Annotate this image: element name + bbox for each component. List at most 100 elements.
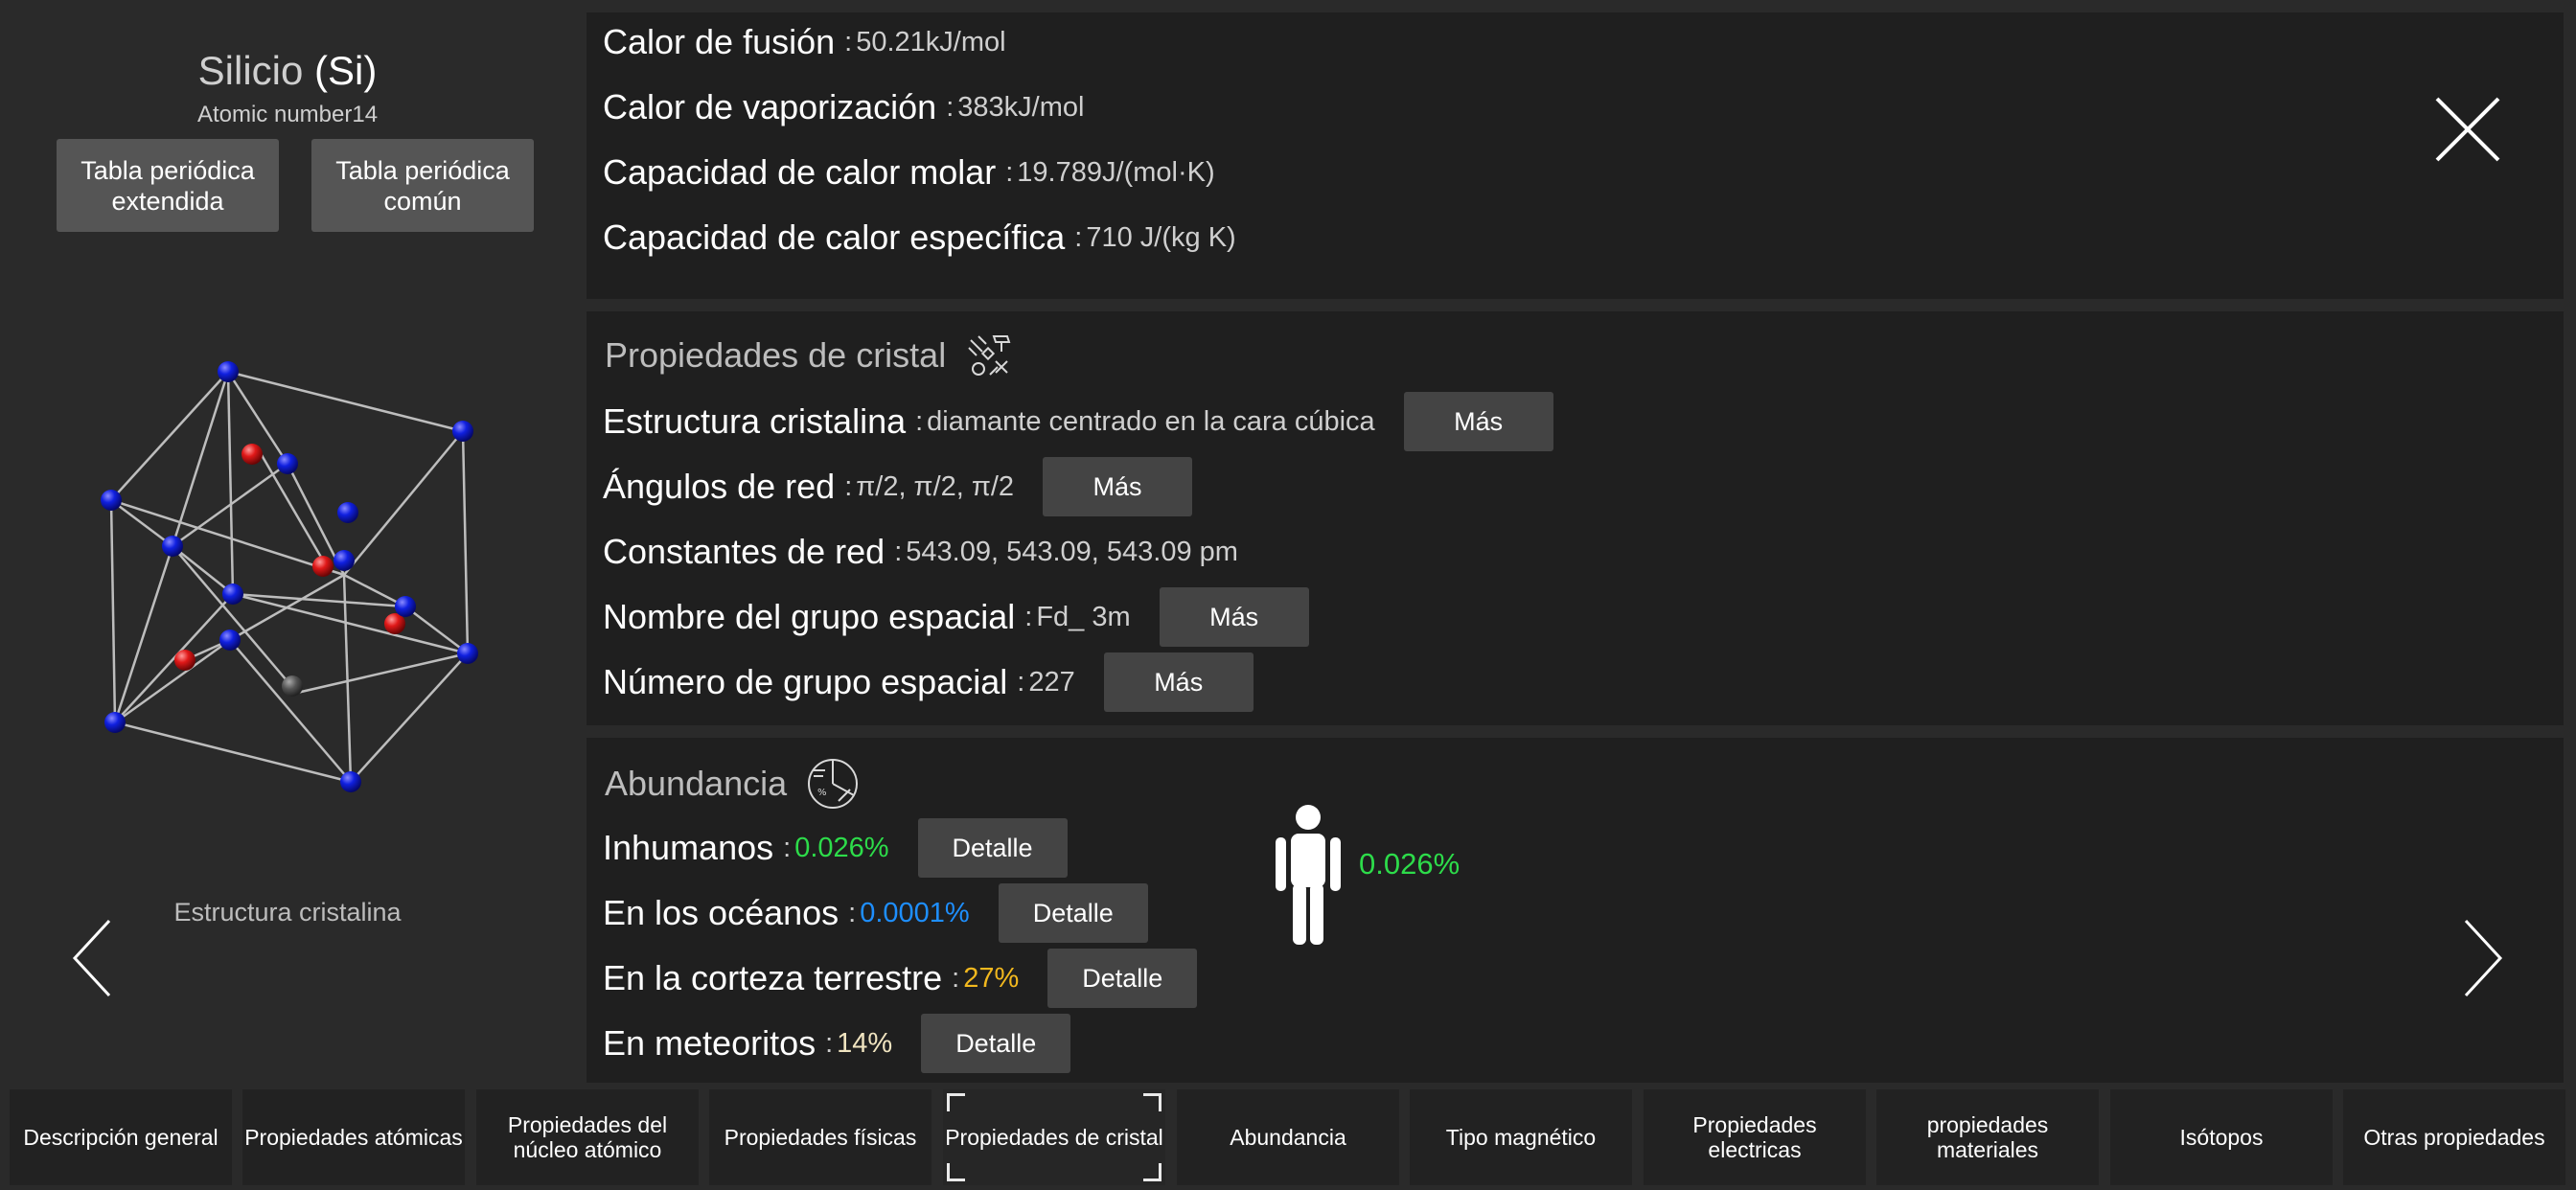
property-value: 383kJ/mol	[957, 91, 1085, 123]
abundance-label: En meteoritos	[603, 1023, 816, 1063]
abundance-value: 0.026%	[794, 832, 889, 863]
tab-nuclear-properties[interactable]: Propiedades del núcleo atómico	[476, 1089, 699, 1185]
abundance-value: 14%	[837, 1027, 893, 1059]
element-name: Silicio	[197, 48, 304, 93]
tab-other-properties[interactable]: Otras propiedades	[2343, 1089, 2565, 1185]
separator: :	[894, 536, 903, 567]
tab-label: Propiedades de cristal	[945, 1125, 1163, 1150]
crystal-section-header: Propiedades de cristal	[605, 331, 1015, 380]
property-value: 710 J/(kg K)	[1086, 221, 1236, 253]
property-label: Nombre del grupo espacial	[603, 597, 1016, 636]
separator: :	[915, 405, 924, 437]
property-row: Estructura cristalina : diamante centrad…	[603, 392, 1553, 451]
separator: :	[844, 26, 853, 57]
crystal-tools-icon	[968, 335, 1011, 376]
property-label: Constantes de red	[603, 532, 886, 571]
tab-atomic-properties[interactable]: Propiedades atómicas	[242, 1089, 465, 1185]
property-label: Ángulos de red	[603, 467, 836, 506]
property-label: Número de grupo espacial	[603, 662, 1008, 701]
property-value: 50.21kJ/mol	[856, 26, 1006, 57]
property-row: Capacidad de calor molar : 19.789J/(mol·…	[603, 152, 1215, 193]
detail-button[interactable]: Detalle	[1047, 949, 1198, 1008]
more-button[interactable]: Más	[1403, 392, 1553, 451]
property-row: Constantes de red : 543.09, 543.09, 543.…	[603, 522, 1238, 582]
tab-abundance[interactable]: Abundancia	[1177, 1089, 1399, 1185]
separator: :	[1024, 601, 1033, 632]
common-periodic-table-button[interactable]: Tabla periódica común	[311, 139, 534, 232]
separator: :	[783, 832, 792, 863]
separator: :	[844, 470, 853, 502]
property-value: diamante centrado en la cara cúbica	[927, 405, 1375, 437]
chevron-left-icon[interactable]	[69, 915, 117, 1001]
abundance-row: En meteoritos : 14% Detalle	[603, 1014, 1071, 1073]
property-value: 227	[1028, 666, 1075, 698]
separator: :	[1005, 156, 1014, 188]
property-value: 543.09, 543.09, 543.09 pm	[906, 536, 1238, 567]
chevron-right-icon[interactable]	[2458, 915, 2506, 1001]
separator: :	[1017, 666, 1025, 698]
element-summary-panel: Silicio (Si) Atomic number14 Tabla perió…	[0, 0, 575, 1083]
svg-text:%: %	[817, 788, 827, 798]
crystal-properties-panel: Propiedades de cristal Estructura crista…	[586, 311, 2564, 725]
property-label: Calor de fusión	[603, 22, 836, 61]
property-row: Nombre del grupo espacial : Fd_ 3m Más	[603, 587, 1309, 647]
property-label: Calor de vaporización	[603, 87, 937, 126]
element-symbol: (Si)	[314, 48, 378, 93]
abundance-panel: Abundancia % Inhumanos : 0.026% Detalle …	[586, 738, 2564, 1083]
tab-physical-properties[interactable]: Propiedades físicas	[709, 1089, 932, 1185]
section-tab-bar: Descripción general Propiedades atómicas…	[0, 1087, 2576, 1190]
separator: :	[946, 91, 954, 123]
abundance-value: 27%	[963, 962, 1020, 994]
abundance-label: Inhumanos	[603, 828, 774, 867]
property-row: Ángulos de red : π/2, π/2, π/2 Más	[603, 457, 1193, 516]
more-button[interactable]: Más	[1159, 587, 1309, 647]
property-label: Capacidad de calor molar	[603, 152, 997, 192]
selection-corner	[947, 1093, 965, 1111]
abundance-label: En la corteza terrestre	[603, 958, 943, 997]
abundance-row: Inhumanos : 0.026% Detalle	[603, 818, 1068, 878]
abundance-label: En los océanos	[603, 893, 840, 932]
property-label: Estructura cristalina	[603, 401, 907, 441]
property-row: Número de grupo espacial : 227 Más	[603, 652, 1254, 712]
abundance-value: 0.0001%	[860, 897, 970, 928]
tab-isotopes[interactable]: Isótopos	[2110, 1089, 2333, 1185]
detail-button[interactable]: Detalle	[921, 1014, 1071, 1073]
property-row: Capacidad de calor específica : 710 J/(k…	[603, 217, 1236, 258]
atomic-number-label: Atomic number14	[196, 102, 379, 127]
section-title: Propiedades de cristal	[605, 335, 947, 375]
tab-magnetic-type[interactable]: Tipo magnético	[1410, 1089, 1632, 1185]
tab-material-properties[interactable]: propiedades materiales	[1876, 1089, 2099, 1185]
more-button[interactable]: Más	[1103, 652, 1254, 712]
thermal-properties-panel: Calor de fusión : 50.21kJ/mol Calor de v…	[586, 12, 2564, 299]
property-value: Fd_ 3m	[1036, 601, 1131, 632]
abundance-row: En la corteza terrestre : 27% Detalle	[603, 949, 1198, 1008]
separator: :	[952, 962, 960, 994]
separator: :	[848, 897, 857, 928]
tab-electrical-properties[interactable]: Propiedades electricas	[1644, 1089, 1866, 1185]
tab-general-description[interactable]: Descripción general	[10, 1089, 232, 1185]
abundance-section-header: Abundancia %	[605, 757, 860, 811]
abundance-row: En los océanos : 0.0001% Detalle	[603, 883, 1148, 943]
selection-corner	[1143, 1093, 1162, 1111]
atoms	[101, 361, 478, 792]
property-value: π/2, π/2, π/2	[856, 470, 1015, 502]
human-abundance-value: 0.026%	[1359, 847, 1460, 881]
crystal-structure-3d-model[interactable]	[77, 345, 518, 805]
more-button[interactable]: Más	[1043, 457, 1193, 516]
property-value: 19.789J/(mol·K)	[1017, 156, 1215, 188]
property-row: Calor de fusión : 50.21kJ/mol	[603, 22, 1006, 62]
separator: :	[1074, 221, 1083, 253]
selection-corner	[947, 1163, 965, 1181]
property-row: Calor de vaporización : 383kJ/mol	[603, 87, 1084, 127]
selection-corner	[1143, 1163, 1162, 1181]
abundance-pie-icon: %	[808, 759, 859, 809]
tab-crystal-properties[interactable]: Propiedades de cristal	[943, 1089, 1165, 1185]
close-icon[interactable]	[2434, 96, 2501, 163]
detail-button[interactable]: Detalle	[998, 883, 1148, 943]
separator: :	[825, 1027, 834, 1059]
element-title: Silicio (Si)	[0, 48, 575, 94]
property-label: Capacidad de calor específica	[603, 217, 1066, 257]
extended-periodic-table-button[interactable]: Tabla periódica extendida	[57, 139, 279, 232]
section-title: Abundancia	[605, 764, 788, 803]
detail-button[interactable]: Detalle	[917, 818, 1068, 878]
